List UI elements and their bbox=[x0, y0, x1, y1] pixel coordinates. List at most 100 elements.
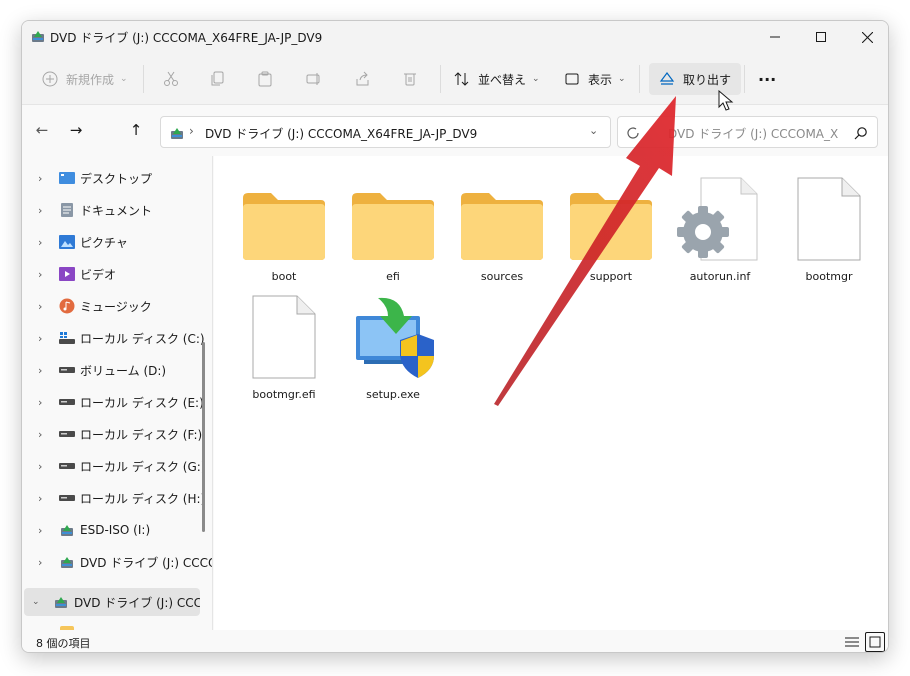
file-name: bootmgr.efi bbox=[252, 388, 316, 401]
sidebar-item-drive-d[interactable]: › ボリューム (D:) bbox=[22, 356, 212, 384]
more-options-button[interactable]: ··· bbox=[758, 63, 776, 95]
sidebar-scrollbar[interactable] bbox=[202, 342, 205, 532]
sidebar-item-drive-f[interactable]: › ローカル ディスク (F:) bbox=[22, 420, 212, 448]
sidebar-item-label: デスクトップ bbox=[80, 171, 153, 186]
close-button[interactable] bbox=[844, 21, 888, 53]
sidebar-item-label: ドキュメント bbox=[80, 203, 153, 218]
delete-button[interactable] bbox=[400, 63, 420, 95]
large-icons-view-button[interactable] bbox=[865, 632, 885, 652]
chevron-right-icon[interactable]: › bbox=[38, 492, 42, 505]
sort-icon bbox=[452, 69, 472, 89]
folder-icon bbox=[563, 172, 659, 262]
chevron-right-icon[interactable]: › bbox=[38, 332, 42, 345]
copy-icon bbox=[208, 69, 228, 89]
videos-icon bbox=[59, 266, 75, 282]
refresh-icon[interactable] bbox=[626, 125, 640, 144]
sidebar-item-label: ローカル ディスク (G:) bbox=[80, 459, 206, 474]
rename-button[interactable] bbox=[304, 63, 324, 95]
chevron-right-icon[interactable]: › bbox=[38, 236, 42, 249]
copy-button[interactable] bbox=[208, 63, 228, 95]
sidebar-item-dvd-j-expanded[interactable]: ⌄ DVD ドライブ (J:) CCCOMA_X64FRE_JA-JP_DV9 bbox=[24, 588, 200, 616]
mouse-cursor-icon bbox=[718, 90, 734, 111]
chevron-down-icon[interactable]: ⌄ bbox=[589, 124, 598, 137]
paste-button[interactable] bbox=[255, 63, 275, 95]
back-button[interactable]: ← bbox=[30, 118, 54, 142]
sidebar-item-drive-g[interactable]: › ローカル ディスク (G:) bbox=[22, 452, 212, 480]
new-button[interactable]: 新規作成 ⌄ bbox=[40, 63, 128, 95]
sidebar-item-label: ピクチャ bbox=[80, 235, 128, 250]
sidebar-item-drive-c[interactable]: › ローカル ディスク (C:) bbox=[22, 324, 212, 352]
rename-icon bbox=[304, 69, 324, 89]
chevron-right-icon[interactable]: › bbox=[38, 300, 42, 313]
chevron-right-icon[interactable]: › bbox=[38, 524, 42, 537]
sidebar-item-music[interactable]: › ミュージック bbox=[22, 292, 212, 320]
file-icon bbox=[781, 172, 877, 262]
sidebar-item-esd-iso[interactable]: › ESD-ISO (I:) bbox=[22, 516, 212, 544]
desktop-icon bbox=[59, 170, 75, 186]
share-icon bbox=[353, 69, 373, 89]
chevron-right-icon[interactable]: › bbox=[38, 556, 42, 569]
up-button[interactable]: ↑ bbox=[124, 118, 148, 142]
maximize-button[interactable] bbox=[798, 21, 844, 53]
sidebar-item-dvd-j[interactable]: › DVD ドライブ (J:) CCCOMA_X64FRE_JA-JP_DV9 bbox=[22, 548, 212, 576]
windows-drive-icon bbox=[59, 330, 75, 346]
share-button[interactable] bbox=[353, 63, 373, 95]
sidebar-item-label: ESD-ISO (I:) bbox=[80, 523, 151, 537]
cut-button[interactable] bbox=[161, 63, 181, 95]
chevron-right-icon[interactable]: › bbox=[38, 396, 42, 409]
file-name: setup.exe bbox=[366, 388, 420, 401]
dvd-icon bbox=[59, 554, 75, 570]
chevron-right-icon[interactable]: › bbox=[38, 204, 42, 217]
chevron-down-icon: ⌄ bbox=[618, 74, 626, 84]
sidebar-item-label: DVD ドライブ (J:) CCCOMA_X64FRE_JA-JP_DV9 bbox=[74, 595, 200, 610]
settings-file-icon bbox=[672, 172, 768, 262]
minimize-button[interactable] bbox=[752, 21, 798, 53]
chevron-down-icon[interactable]: ⌄ bbox=[32, 597, 40, 607]
chevron-right-icon[interactable]: › bbox=[38, 364, 42, 377]
sidebar-item-label: ローカル ディスク (C:) bbox=[80, 331, 205, 346]
chevron-right-icon[interactable]: › bbox=[38, 172, 42, 185]
sidebar-item-desktop[interactable]: › デスクトップ bbox=[22, 164, 212, 192]
file-item-sources[interactable]: sources bbox=[450, 172, 554, 283]
chevron-right-icon[interactable]: › bbox=[38, 268, 42, 281]
file-item-efi[interactable]: efi bbox=[341, 172, 445, 283]
address-text: DVD ドライブ (J:) CCCOMA_X64FRE_JA-JP_DV9 bbox=[205, 127, 478, 141]
search-input[interactable]: DVD ドライブ (J:) CCCOMA_X64F... bbox=[617, 116, 878, 148]
sidebar-item-documents[interactable]: › ドキュメント bbox=[22, 196, 212, 224]
view-icon bbox=[562, 69, 582, 89]
navigation-bar: ← → ↑ › DVD ドライブ (J:) CCCOMA_X64FRE_JA-J… bbox=[22, 106, 888, 154]
drive-icon bbox=[59, 362, 75, 378]
file-item-setup[interactable]: setup.exe bbox=[341, 290, 445, 401]
file-item-support[interactable]: support bbox=[559, 172, 663, 283]
sidebar-item-drive-e[interactable]: › ローカル ディスク (E:) bbox=[22, 388, 212, 416]
sidebar-item-drive-h[interactable]: › ローカル ディスク (H:) bbox=[22, 484, 212, 512]
drive-icon bbox=[59, 426, 75, 442]
sidebar-item-videos[interactable]: › ビデオ bbox=[22, 260, 212, 288]
search-icon bbox=[854, 125, 868, 144]
sidebar-item-label: ビデオ bbox=[80, 267, 117, 282]
sidebar-item-label: DVD ドライブ (J:) CCCOMA_X64FRE_JA-JP_DV9 bbox=[80, 555, 212, 570]
file-item-bootmgr[interactable]: bootmgr bbox=[777, 172, 881, 283]
address-bar[interactable]: › DVD ドライブ (J:) CCCOMA_X64FRE_JA-JP_DV9 … bbox=[160, 116, 611, 148]
arrow-up-icon: ↑ bbox=[129, 121, 143, 139]
sort-button[interactable]: 並べ替え ⌄ bbox=[452, 63, 540, 95]
dvd-icon bbox=[170, 125, 184, 144]
sidebar-item-label: ローカル ディスク (H:) bbox=[80, 491, 206, 506]
dvd-icon bbox=[31, 28, 45, 47]
chevron-right-icon[interactable]: › bbox=[38, 428, 42, 441]
view-button[interactable]: 表示 ⌄ bbox=[562, 63, 626, 95]
sidebar-item-pictures[interactable]: › ピクチャ bbox=[22, 228, 212, 256]
file-item-autorun[interactable]: autorun.inf bbox=[668, 172, 772, 283]
details-view-button[interactable] bbox=[842, 632, 862, 652]
drive-icon bbox=[59, 490, 75, 506]
list-view-icon bbox=[845, 633, 859, 652]
music-icon bbox=[59, 298, 75, 314]
pictures-icon bbox=[59, 234, 75, 250]
file-item-boot[interactable]: boot bbox=[232, 172, 336, 283]
chevron-right-icon[interactable]: › bbox=[38, 460, 42, 473]
file-name: sources bbox=[480, 270, 524, 283]
clipboard-icon bbox=[255, 69, 275, 89]
file-item-bootmgr-efi[interactable]: bootmgr.efi bbox=[232, 290, 336, 401]
sidebar-item-label: ローカル ディスク (F:) bbox=[80, 427, 203, 442]
forward-button[interactable]: → bbox=[64, 118, 88, 142]
